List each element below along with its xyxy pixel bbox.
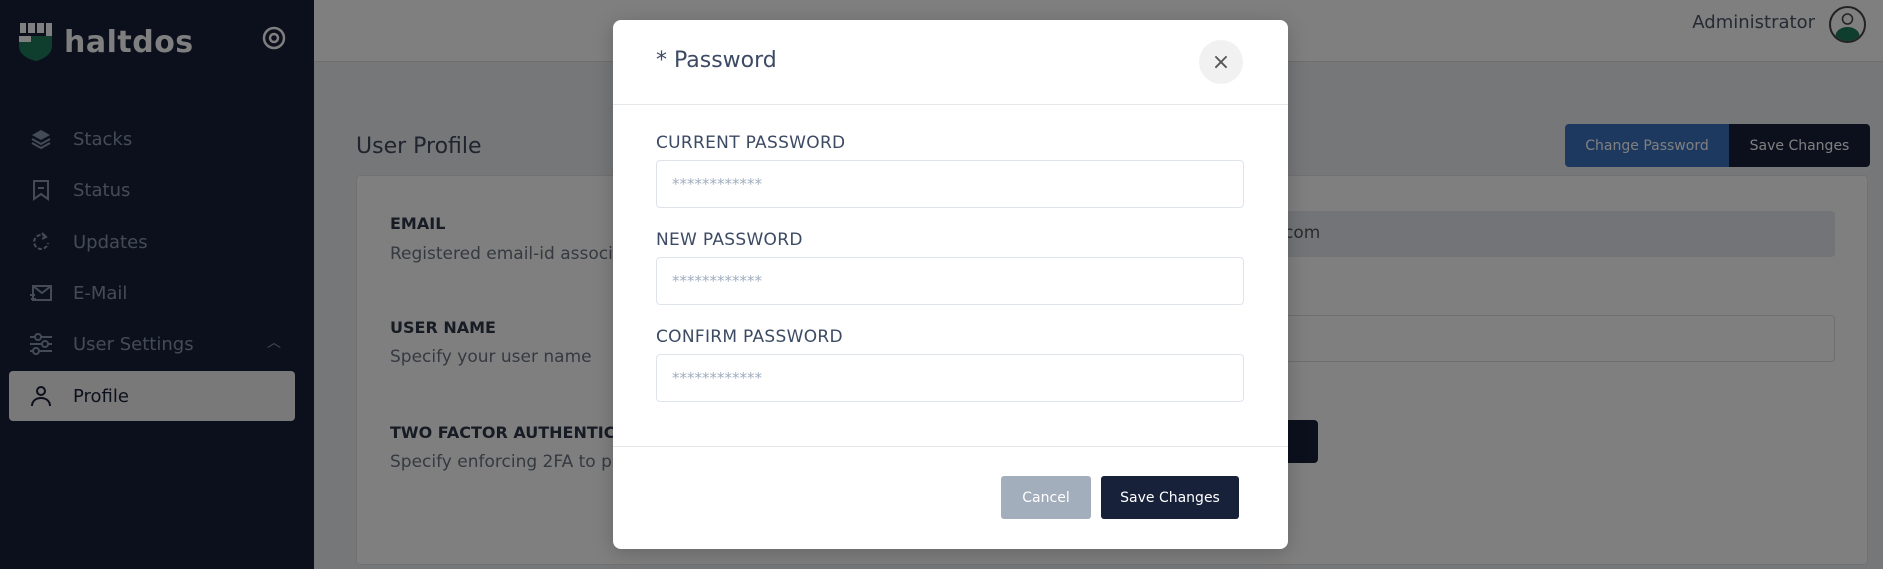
confirm-password-input[interactable] [656, 354, 1244, 402]
password-modal: * Password × CURRENT PASSWORD NEW PASSWO… [613, 20, 1288, 549]
new-password-input[interactable] [656, 257, 1244, 305]
current-password-input[interactable] [656, 160, 1244, 208]
divider [613, 446, 1288, 447]
modal-save-button[interactable]: Save Changes [1101, 476, 1239, 519]
current-password-label: CURRENT PASSWORD [656, 133, 846, 153]
divider [613, 104, 1288, 105]
new-password-label: NEW PASSWORD [656, 230, 803, 250]
close-icon[interactable]: × [1199, 40, 1243, 84]
cancel-button[interactable]: Cancel [1001, 476, 1091, 519]
confirm-password-label: CONFIRM PASSWORD [656, 327, 843, 347]
modal-title: * Password [656, 48, 777, 73]
